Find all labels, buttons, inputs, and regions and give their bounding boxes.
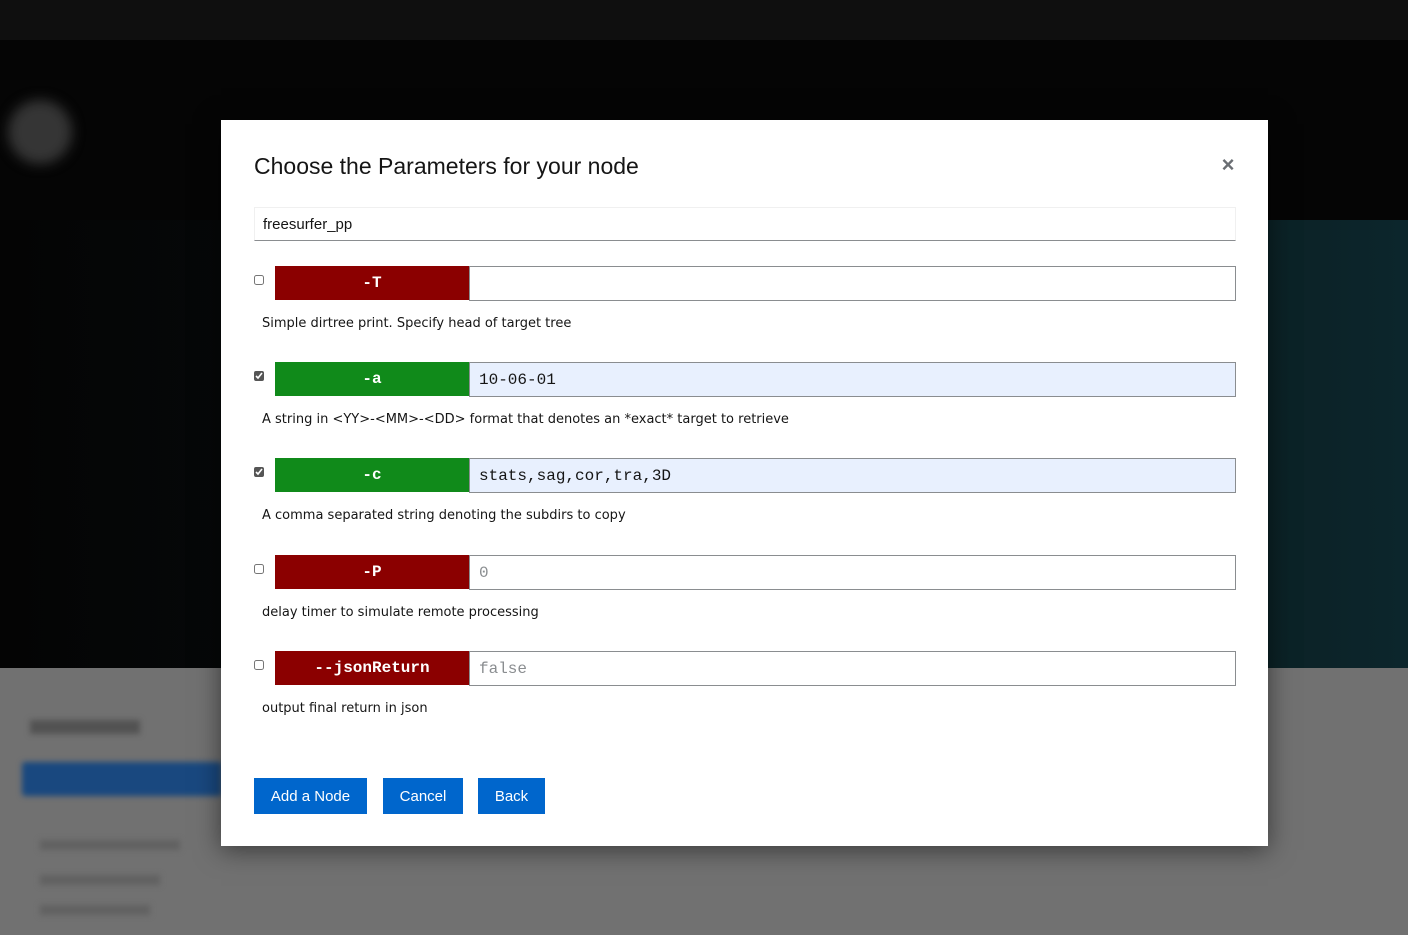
param-checkbox-c[interactable]: [254, 467, 264, 477]
param-value-T[interactable]: [469, 266, 1236, 301]
param-flag-c: -c: [275, 458, 469, 492]
param-value-c[interactable]: [469, 458, 1236, 493]
param-description-a: A string in <YY>-<MM>-<DD> format that d…: [262, 412, 789, 427]
param-row-a: -a A string in <YY>-<MM>-<DD> format tha…: [254, 362, 1236, 434]
param-description-P: delay timer to simulate remote processin…: [262, 605, 539, 620]
param-description-jsonReturn: output final return in json: [262, 701, 428, 716]
param-flag-P: -P: [275, 555, 469, 589]
param-flag-jsonReturn: --jsonReturn: [275, 651, 469, 685]
param-value-jsonReturn[interactable]: [469, 651, 1236, 686]
param-row-P: -P delay timer to simulate remote proces…: [254, 555, 1236, 627]
plugin-name-field[interactable]: [254, 207, 1236, 241]
param-description-T: Simple dirtree print. Specify head of ta…: [262, 316, 572, 331]
param-value-P[interactable]: [469, 555, 1236, 590]
back-button[interactable]: Back: [478, 778, 545, 814]
param-flag-a: -a: [275, 362, 469, 396]
param-row-c: -c A comma separated string denoting the…: [254, 458, 1236, 530]
param-checkbox-a[interactable]: [254, 371, 264, 381]
param-checkbox-jsonReturn[interactable]: [254, 660, 264, 670]
parameters-modal: Choose the Parameters for your node × -T…: [221, 120, 1268, 846]
modal-title: Choose the Parameters for your node: [254, 153, 639, 179]
param-value-a[interactable]: [469, 362, 1236, 397]
param-checkbox-T[interactable]: [254, 275, 264, 285]
add-node-button[interactable]: Add a Node: [254, 778, 367, 814]
close-icon[interactable]: ×: [1216, 153, 1240, 177]
param-description-c: A comma separated string denoting the su…: [262, 508, 626, 523]
param-row-jsonReturn: --jsonReturn output final return in json: [254, 651, 1236, 723]
cancel-button[interactable]: Cancel: [383, 778, 463, 814]
param-row-T: -T Simple dirtree print. Specify head of…: [254, 266, 1236, 338]
param-checkbox-P[interactable]: [254, 564, 264, 574]
param-flag-T: -T: [275, 266, 469, 300]
